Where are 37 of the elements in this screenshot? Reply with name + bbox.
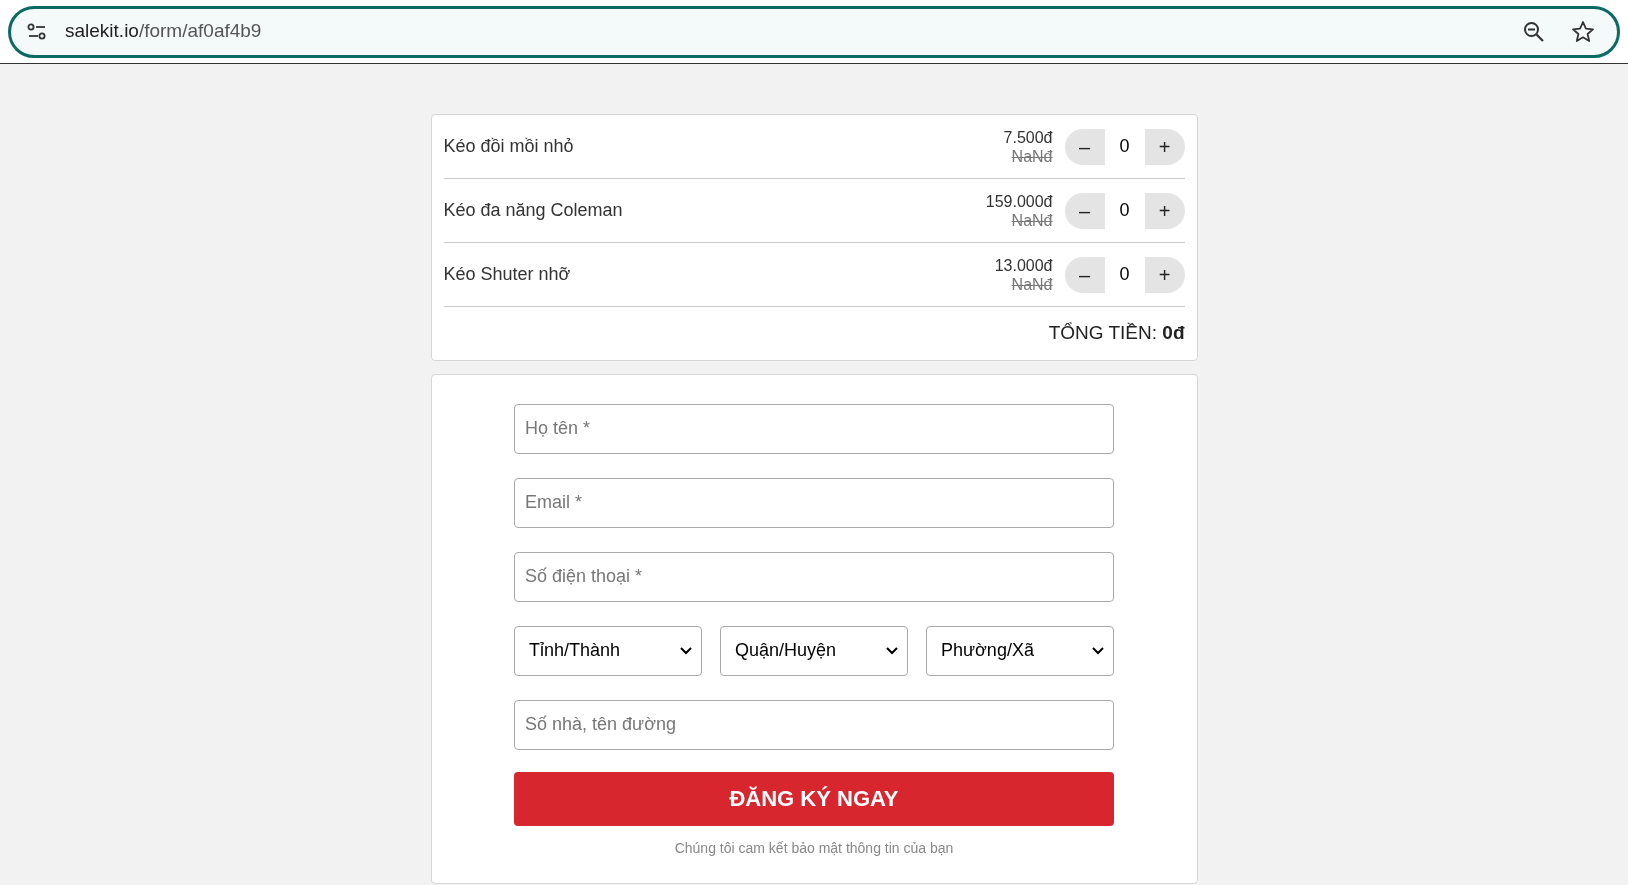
price: 159.000đ [985, 191, 1053, 211]
input-field[interactable]: Họ tên * [514, 403, 1114, 454]
decrease-button[interactable]: – [1064, 256, 1105, 293]
address-bar[interactable]: salekit.io/form/af0af4b9 [8, 5, 1620, 58]
increase-button[interactable]: + [1144, 192, 1185, 229]
quantity-field[interactable]: 0 [1104, 128, 1145, 165]
quantity-field[interactable]: 0 [1104, 192, 1145, 229]
input-field[interactable]: Email * [514, 477, 1114, 528]
decrease-button[interactable]: – [1064, 192, 1105, 229]
decrease-button[interactable]: – [1064, 128, 1105, 165]
product-name: Kéo đồi mồi nhỏ [443, 135, 575, 158]
total-amount: TỔNG TIỀN: 0đ [1048, 321, 1185, 345]
price: 13.000đ [994, 255, 1053, 275]
url-path: /form/af0af4b9 [138, 20, 262, 42]
old-price: NaNđ [1011, 210, 1053, 230]
url-host: salekit.io [65, 20, 139, 42]
select-dropdown[interactable]: Phường/Xã [926, 625, 1114, 676]
product-name: Kéo đa năng Coleman [443, 199, 624, 222]
chevron-down-icon [885, 646, 899, 655]
chevron-down-icon [1091, 646, 1105, 655]
quantity-field[interactable]: 0 [1104, 256, 1145, 293]
privacy-note: Chúng tôi cam kết bảo mật thông tin của bạn [673, 838, 955, 858]
increase-button[interactable]: + [1144, 128, 1185, 165]
site-settings-icon[interactable] [27, 22, 47, 41]
old-price: NaNđ [1011, 146, 1053, 166]
old-price: NaNđ [1011, 274, 1053, 294]
product-name: Kéo Shuter nhỡ [443, 263, 572, 286]
zoom-icon[interactable] [1523, 20, 1545, 43]
increase-button[interactable]: + [1144, 256, 1185, 293]
select-dropdown[interactable]: Tỉnh/Thành [514, 625, 702, 676]
select-dropdown[interactable]: Quận/Huyện [720, 625, 908, 676]
star-icon[interactable] [1571, 19, 1595, 44]
input-field[interactable]: Số nhà, tên đường [514, 699, 1114, 750]
register-button[interactable]: ĐĂNG KÝ NGAY [514, 771, 1114, 826]
price: 7.500đ [1003, 127, 1053, 147]
chevron-down-icon [679, 646, 693, 655]
input-field[interactable]: Số điện thoại * [514, 551, 1114, 602]
